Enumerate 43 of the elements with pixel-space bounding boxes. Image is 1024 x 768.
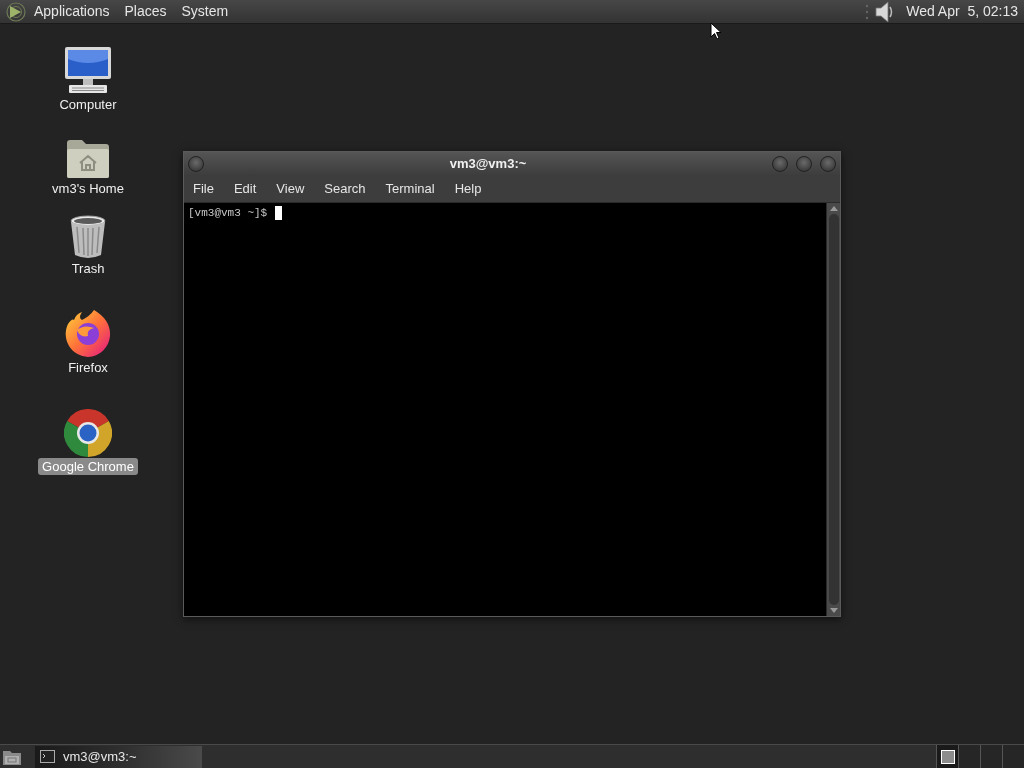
menu-item[interactable]: Edit — [233, 179, 257, 199]
desktop-icon-label[interactable]: vm3's Home — [48, 180, 128, 197]
workspace-tile[interactable] — [958, 745, 980, 768]
panel-menu[interactable]: Applications — [34, 1, 110, 22]
computer-monitor-icon — [63, 45, 113, 95]
scroll-down-arrow-icon[interactable] — [829, 608, 838, 613]
menu-item[interactable]: Terminal — [385, 179, 435, 199]
panel-menu[interactable]: Places — [124, 1, 167, 22]
window-control-button[interactable] — [188, 156, 204, 172]
menu-item[interactable]: File — [193, 179, 214, 199]
flame-globe-icon — [64, 308, 112, 358]
home-folder-icon — [66, 139, 110, 179]
logo-icon[interactable] — [6, 1, 26, 22]
menu-item[interactable]: Help — [454, 179, 482, 199]
scrollbar-thumb[interactable] — [828, 214, 839, 605]
panel-menu[interactable]: System — [181, 1, 229, 22]
scrollbar-track[interactable] — [826, 203, 840, 616]
window-title: vm3@vm3:~ — [449, 155, 527, 174]
terminal-icon — [40, 750, 55, 763]
window-thumbnail-icon — [940, 749, 955, 764]
menu-item[interactable]: View — [276, 179, 305, 199]
workspace-tile[interactable] — [980, 745, 1002, 768]
mouse-pointer-icon — [710, 22, 722, 40]
workspace-tile[interactable] — [936, 745, 958, 768]
taskbar-button-label: vm3@vm3:~ — [63, 747, 137, 766]
drag-handle-icon — [865, 2, 870, 21]
desktop-icon-label[interactable]: Firefox — [64, 359, 112, 376]
window-control-button[interactable] — [772, 156, 788, 172]
taskbar-button[interactable]: vm3@vm3:~ — [35, 745, 202, 768]
speaker-icon[interactable] — [874, 0, 895, 23]
text-cursor — [275, 206, 283, 221]
window-control-button[interactable] — [796, 156, 812, 172]
menu-item[interactable]: Search — [324, 179, 366, 199]
desktop-icon-label[interactable]: Computer — [55, 96, 121, 113]
trash-can-icon — [69, 215, 107, 259]
workspace-tile[interactable] — [1002, 745, 1024, 768]
scroll-up-arrow-icon[interactable] — [829, 206, 838, 211]
window-control-button[interactable] — [820, 156, 836, 172]
desktop-icon-label[interactable]: Trash — [67, 260, 109, 277]
terminal-area[interactable]: [vm3@vm3 ~]$ — [184, 203, 826, 616]
segmented-ring-icon — [64, 409, 112, 457]
shell-prompt: [vm3@vm3 ~]$ — [188, 206, 268, 221]
clock[interactable]: Wed Apr 5, 02:13 — [906, 1, 1018, 22]
